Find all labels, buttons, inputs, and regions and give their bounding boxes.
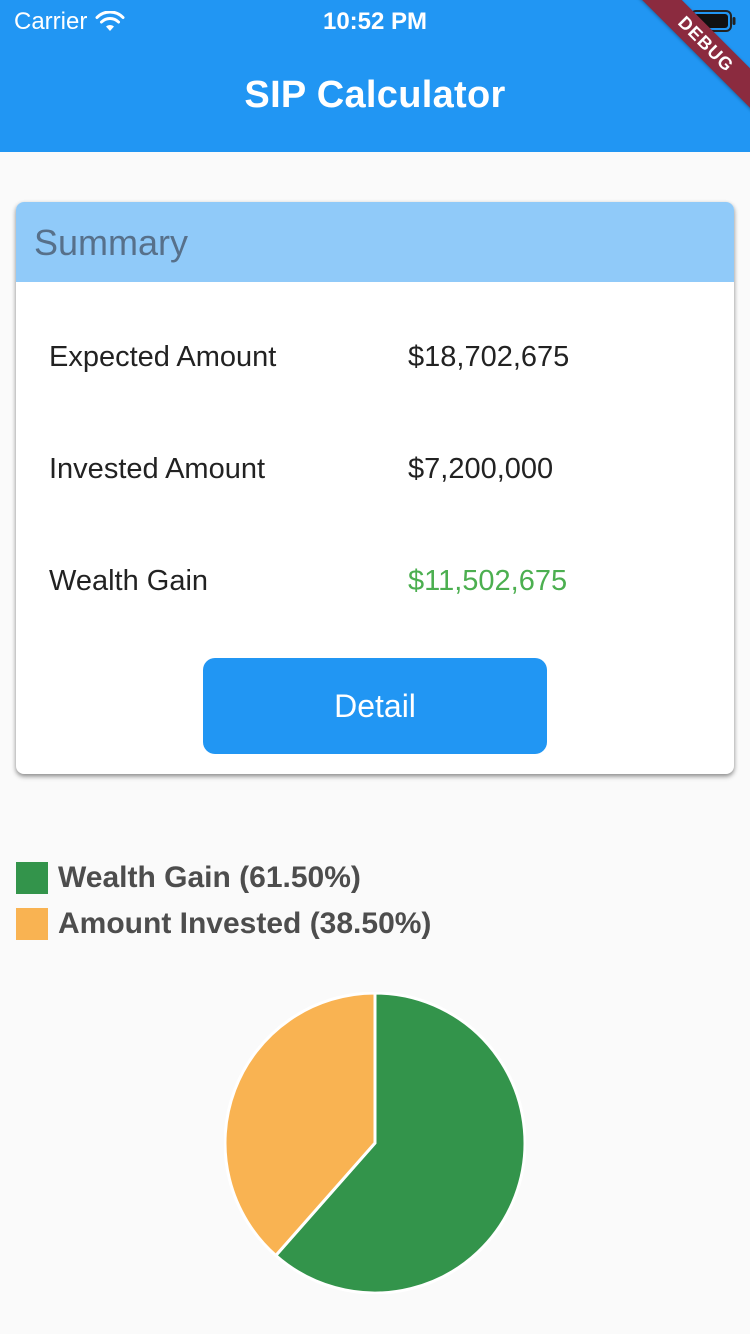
invested-amount-row: Invested Amount $7,200,000	[16, 453, 734, 493]
wealth-gain-row: Wealth Gain $11,502,675	[16, 565, 734, 605]
expected-amount-row: Expected Amount $18,702,675	[16, 341, 734, 381]
summary-header: Summary	[16, 202, 734, 282]
app-bar: Carrier 10:52 PM SIP Calculator DEBUG	[0, 0, 750, 152]
invested-amount-label: Invested Amount	[49, 453, 266, 485]
expected-amount-label: Expected Amount	[49, 341, 277, 373]
legend-label-amount-invested: Amount Invested (38.50%)	[58, 907, 432, 940]
chart-legend: Wealth Gain (61.50%) Amount Invested (38…	[16, 855, 734, 947]
status-time: 10:52 PM	[322, 8, 428, 35]
summary-card: Summary Expected Amount $18,702,675 Inve…	[16, 202, 734, 774]
legend-item-amount-invested: Amount Invested (38.50%)	[16, 901, 734, 947]
wealth-gain-value: $11,502,675	[408, 565, 568, 597]
invested-amount-value: $7,200,000	[408, 453, 554, 485]
legend-label-wealth-gain: Wealth Gain (61.50%)	[58, 861, 361, 894]
expected-amount-value: $18,702,675	[408, 341, 570, 373]
app-title: SIP Calculator	[244, 74, 506, 116]
wealth-gain-label: Wealth Gain	[49, 565, 209, 597]
legend-swatch-wealth-gain	[16, 862, 48, 894]
legend-item-wealth-gain: Wealth Gain (61.50%)	[16, 855, 734, 901]
summary-title: Summary	[34, 222, 189, 263]
detail-button[interactable]: Detail	[203, 658, 547, 754]
pie-chart	[224, 992, 526, 1294]
status-bar: Carrier 10:52 PM	[0, 0, 750, 40]
legend-swatch-amount-invested	[16, 908, 48, 940]
